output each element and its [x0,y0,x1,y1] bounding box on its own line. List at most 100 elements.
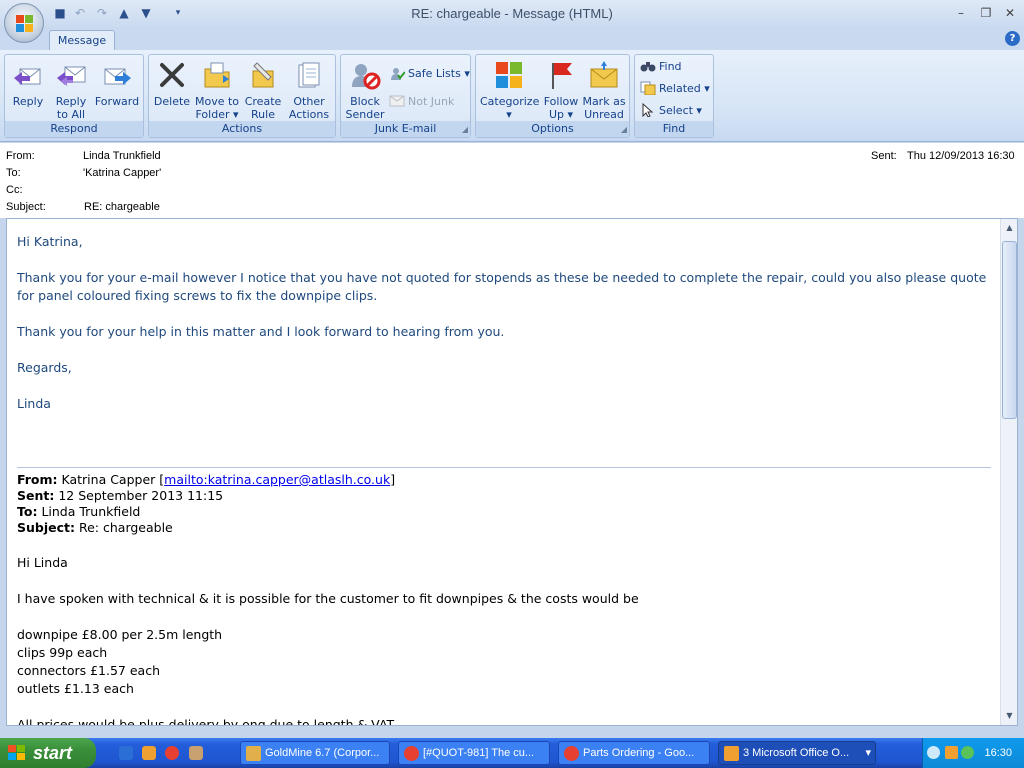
scroll-down-icon[interactable]: ▼ [1003,709,1016,723]
delete-button[interactable]: Delete [153,57,191,108]
unread-envelope-icon [588,59,620,91]
dialog-launcher-icon[interactable]: ◢ [462,125,468,134]
maximize-button[interactable]: ❐ [975,4,997,22]
categorize-icon [493,59,525,91]
reply-signoff: Regards, [17,360,72,375]
group-label-junk-email: Junk E-mail [341,121,470,137]
taskbar-button-quot[interactable]: [#QUOT-981] The cu... [398,741,550,765]
categorize-button[interactable]: Categorize ▾ [480,57,539,121]
quoted-line: outlets £1.13 each [17,681,134,696]
delete-icon [156,59,188,91]
help-icon[interactable]: ? [1005,31,1020,46]
customize-dropdown-icon[interactable]: ▾ [170,5,186,21]
follow-up-button[interactable]: Follow Up ▾ [540,57,582,121]
reply-paragraph: Thank you for your e-mail however I noti… [17,270,987,303]
group-label-find: Find [635,121,713,137]
scroll-up-icon[interactable]: ▲ [1003,221,1016,235]
taskbar-button-parts-ordering[interactable]: Parts Ordering - Goo... [558,741,710,765]
quoted-line: All prices would be plus delivery by ong… [17,717,395,726]
quoted-line: Hi Linda [17,555,68,570]
quicklaunch-icon[interactable] [119,746,133,760]
message-body[interactable]: Hi Katrina, Thank you for your e-mail ho… [6,218,1018,726]
save-icon[interactable]: ■ [52,5,68,21]
outlook-icon[interactable] [142,746,156,760]
reply-button[interactable]: Reply [8,57,48,108]
not-junk-button[interactable]: Not Junk [389,93,454,111]
group-find: Find Related ▾ Select ▾ Find [634,54,714,138]
chrome-icon [404,746,419,761]
undo-icon[interactable]: ↶ [72,5,88,21]
reply-paragraph: Thank you for your help in this matter a… [17,324,505,339]
safe-lists-icon [389,66,406,80]
quoted-message: From: Katrina Capper [mailto:katrina.cap… [17,467,991,725]
next-item-icon[interactable]: ▼ [138,5,154,21]
chrome-icon[interactable] [165,746,179,760]
mark-as-unread-button[interactable]: Mark as Unread [582,57,626,121]
reply-all-icon [55,59,87,91]
group-label-options: Options [476,121,629,137]
reply-icon [12,59,44,91]
folder-icon [201,59,233,91]
start-button[interactable]: start [0,738,96,768]
taskbar: start GoldMine 6.7 (Corpor... [#QUOT-981… [0,738,1024,768]
minimize-button[interactable]: – [950,4,972,22]
from-value[interactable]: Linda Trunkfield [83,150,161,162]
forward-icon [101,59,133,91]
system-tray: 16:30 [922,738,1024,768]
redo-icon[interactable]: ↷ [94,5,110,21]
quoted-line: I have spoken with technical & it is pos… [17,591,639,606]
tray-expand-icon[interactable] [927,746,940,759]
cursor-icon [640,102,656,118]
taskbar-button-office[interactable]: 3 Microsoft Office O... ▾ [718,741,876,765]
to-value[interactable]: 'Katrina Capper' [83,167,161,179]
office-logo-icon [16,15,33,32]
quoted-from: From: Katrina Capper [mailto:katrina.cap… [17,472,396,487]
sent-value: Thu 12/09/2013 16:30 [907,150,1015,162]
group-dropdown-icon: ▾ [865,747,871,759]
select-button[interactable]: Select ▾ [640,102,702,120]
quoted-line: connectors £1.57 each [17,663,161,678]
group-label-respond: Respond [5,121,143,137]
move-to-folder-button[interactable]: Move to Folder ▾ [193,57,241,121]
clock[interactable]: 16:30 [984,738,1012,768]
related-button[interactable]: Related ▾ [640,80,710,98]
binoculars-icon [640,59,656,73]
dialog-launcher-icon[interactable]: ◢ [621,125,627,134]
flag-icon [545,59,577,91]
quoted-line: downpipe £8.00 per 2.5m length [17,627,223,642]
ribbon-tab-row: Message ? [0,28,1024,52]
quicklaunch-icon[interactable] [189,746,203,760]
group-options: Categorize ▾ Follow Up ▾ Mark as Unread O… [475,54,630,138]
taskbar-button-goldmine[interactable]: GoldMine 6.7 (Corpor... [240,741,390,765]
to-label: To: [6,167,21,179]
reply-greeting: Hi Katrina, [17,234,83,249]
outlook-icon [724,746,739,761]
message-header: From: Linda Trunkfield To: 'Katrina Capp… [0,143,1024,218]
cc-label: Cc: [6,184,23,196]
status-tray-icon[interactable] [961,746,974,759]
mailto-link[interactable]: mailto:katrina.capper@atlaslh.co.uk [164,472,390,487]
tab-message[interactable]: Message [49,30,115,52]
office-button[interactable] [4,3,44,43]
outlook-tray-icon[interactable] [945,746,958,759]
block-sender-button[interactable]: Block Sender [343,57,387,121]
title-bar: RE: chargeable - Message (HTML) ■ ↶ ↷ ▲ … [0,0,1024,28]
from-label: From: [6,150,35,162]
find-button[interactable]: Find [640,58,682,76]
forward-button[interactable]: Forward [94,57,140,108]
vertical-scrollbar[interactable]: ▲ ▼ [1000,219,1017,725]
create-rule-button[interactable]: Create Rule [243,57,283,121]
quoted-subject: Subject: Re: chargeable [17,520,173,535]
reply-all-button[interactable]: Reply to All [51,57,91,121]
chrome-icon [564,746,579,761]
create-rule-icon [247,59,279,91]
group-actions: Delete Move to Folder ▾ Create Rule Othe… [148,54,336,138]
scroll-thumb[interactable] [1002,241,1017,419]
previous-item-icon[interactable]: ▲ [116,5,132,21]
safe-lists-button[interactable]: Safe Lists ▾ [389,65,470,83]
close-button[interactable]: ✕ [999,4,1021,22]
quoted-to: To: Linda Trunkfield [17,504,141,519]
block-sender-icon [349,59,381,91]
quoted-line: clips 99p each [17,645,108,660]
quoted-sent: Sent: 12 September 2013 11:15 [17,488,224,503]
